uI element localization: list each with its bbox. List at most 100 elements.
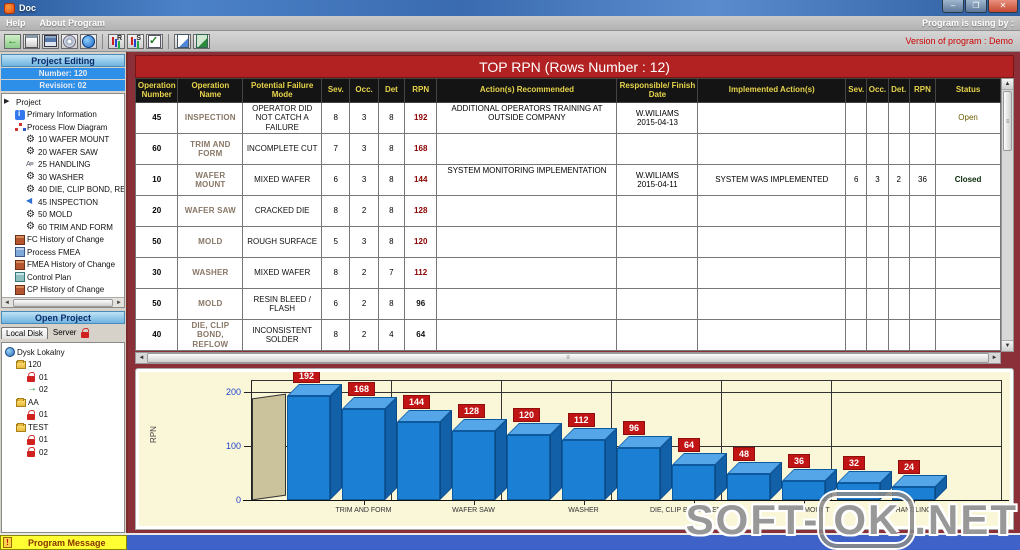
- x-tick-mark: [363, 500, 365, 505]
- scroll-right-arrow-icon[interactable]: ►: [114, 300, 124, 306]
- table-row[interactable]: 10 WAFER MOUNT MIXED WAFER 6 3 8 144 SYSTEM MON…: [134, 164, 1001, 196]
- project-tree-item[interactable]: Project: [4, 96, 124, 109]
- project-tree-item[interactable]: 10 WAFER MOUNT: [4, 134, 124, 147]
- open-tree-item[interactable]: TEST: [5, 421, 124, 434]
- status-badge: [935, 195, 1001, 227]
- project-number-bar: Number: 120: [1, 68, 125, 79]
- chart-s-icon[interactable]: S: [127, 33, 144, 49]
- scrollbar-thumb[interactable]: [13, 298, 113, 307]
- open-tree-item[interactable]: 02: [5, 384, 124, 397]
- project-tree-item[interactable]: CP History of Change: [4, 284, 124, 297]
- table-cell: [908, 319, 937, 351]
- open-tree-item[interactable]: 02: [5, 446, 124, 459]
- project-tree-item[interactable]: 45 INSPECTION: [4, 196, 124, 209]
- table-row[interactable]: 60 TRIM AND FORM INCOMPLETE CUT 7 3 8 168: [134, 133, 1001, 165]
- bar-value-label: 48: [733, 447, 756, 461]
- project-tree-item[interactable]: 20 WAFER SAW: [4, 146, 124, 159]
- project-tree-item[interactable]: Control Plan: [4, 271, 124, 284]
- table-row[interactable]: 45 INSPECTION OPERATOR DID NOT CATCH A FAI…: [134, 102, 1001, 134]
- column-header: Occ.: [866, 78, 889, 103]
- open-tree-item[interactable]: 01: [5, 434, 124, 447]
- table-hscrollbar[interactable]: ◄ ≡ ►: [135, 352, 1001, 364]
- project-tree-hscrollbar[interactable]: ◄ ►: [2, 297, 124, 307]
- program-message-panel: ! Program Message: [0, 535, 127, 550]
- arrow-green-icon: [27, 384, 37, 395]
- project-tree-item[interactable]: FMEA History of Change: [4, 259, 124, 272]
- scroll-left-arrow-icon[interactable]: ◄: [136, 355, 147, 361]
- menu-about-program[interactable]: About Program: [40, 18, 106, 28]
- back-icon[interactable]: ←: [4, 33, 21, 49]
- window-icon[interactable]: [23, 33, 40, 49]
- open-tree-item[interactable]: AA: [5, 396, 124, 409]
- scroll-up-arrow-icon[interactable]: ▲: [1002, 79, 1013, 90]
- table-cell: [887, 226, 910, 258]
- menu-help[interactable]: Help: [6, 18, 26, 28]
- watermark: SOFT- OK .NET: [686, 492, 1018, 548]
- open-tree-item[interactable]: 01: [5, 371, 124, 384]
- page-green-icon[interactable]: [193, 33, 210, 49]
- column-header: Responsible/ Finish Date: [616, 78, 699, 103]
- table-cell: 2: [349, 257, 379, 289]
- scroll-left-arrow-icon[interactable]: ◄: [2, 300, 12, 306]
- project-tree-item-label: 50 MOLD: [38, 210, 73, 220]
- table-row[interactable]: 20 WAFER SAW CRACKED DIE 8 2 8 128: [134, 195, 1001, 227]
- project-tree-item-label: CP History of Change: [27, 285, 105, 295]
- scroll-right-arrow-icon[interactable]: ►: [989, 355, 1000, 361]
- table-cell: [697, 226, 847, 258]
- column-header: Det: [377, 78, 406, 103]
- project-tree-item[interactable]: 30 WASHER: [4, 171, 124, 184]
- table-cell: [845, 102, 868, 134]
- globe-icon[interactable]: [80, 33, 97, 49]
- doc-red-icon: [15, 234, 25, 245]
- scroll-down-arrow-icon[interactable]: ▼: [1002, 340, 1013, 351]
- table-cell: 60: [134, 133, 179, 165]
- project-tree-item[interactable]: Process FMEA: [4, 246, 124, 259]
- program-message-label: Program Message: [28, 537, 106, 548]
- project-tree-item[interactable]: Process Flow Diagram: [4, 121, 124, 134]
- table-cell: [866, 133, 889, 165]
- open-tree-item[interactable]: Dysk Lokalny: [5, 346, 124, 359]
- table-row[interactable]: 50 MOLD RESIN BLEED / FLASH 6 2 8 96: [134, 288, 1001, 320]
- menu-bar: Help About Program Program is using by :: [0, 16, 1020, 31]
- window-close-button[interactable]: ✕: [988, 0, 1018, 13]
- table-row[interactable]: 50 MOLD ROUGH SURFACE 5 3 8 120: [134, 226, 1001, 258]
- table-cell: W.WILIAMS 2015-04-11: [616, 164, 699, 196]
- checkbox-icon[interactable]: [146, 33, 163, 49]
- tab-local-disk[interactable]: Local Disk: [1, 326, 48, 339]
- y-tick-label: 200: [225, 387, 241, 397]
- table-cell: TRIM AND FORM: [177, 133, 244, 165]
- bar-value-label: 36: [788, 454, 811, 468]
- page-blue-icon[interactable]: [174, 33, 191, 49]
- project-tree-item[interactable]: 40 DIE, CLIP BOND, RE: [4, 184, 124, 197]
- save-icon[interactable]: [42, 33, 59, 49]
- table-cell: 45: [134, 102, 179, 134]
- bar-side-face: [330, 384, 342, 500]
- scrollbar-thumb[interactable]: ≡: [147, 353, 989, 363]
- bar-value-label: 144: [403, 395, 431, 409]
- tab-server[interactable]: Server: [53, 328, 77, 337]
- x-tick-label: TRIM AND FORM: [335, 507, 392, 514]
- chart-r-icon[interactable]: R: [108, 33, 125, 49]
- table-cell: CRACKED DIE: [242, 195, 323, 227]
- disc-icon[interactable]: [61, 33, 78, 49]
- project-tree-item[interactable]: 60 TRIM AND FORM: [4, 221, 124, 234]
- project-tree-item[interactable]: FC History of Change: [4, 234, 124, 247]
- window-maximize-button[interactable]: ❐: [965, 0, 987, 13]
- scrollbar-thumb[interactable]: ≡: [1003, 91, 1012, 151]
- plot-top-border: [251, 380, 1001, 381]
- open-tree-item[interactable]: 120: [5, 359, 124, 372]
- window-minimize-button[interactable]: –: [942, 0, 964, 13]
- project-tree-item[interactable]: Primary Information: [4, 109, 124, 122]
- table-row[interactable]: 30 WASHER MIXED WAFER 8 2 7 112: [134, 257, 1001, 289]
- project-tree-item-label: Process Flow Diagram: [27, 122, 108, 132]
- chart-bars-glyph: [131, 36, 133, 45]
- bar-value-label: 112: [568, 413, 595, 427]
- x-tick-mark: [583, 500, 585, 505]
- project-tree-item[interactable]: 25 HANDLING: [4, 159, 124, 172]
- table-cell: INCONSISTENT SOLDER: [242, 319, 323, 351]
- table-row[interactable]: 40 DIE, CLIP BOND, REFLOW INCONSISTENT SOL…: [134, 319, 1001, 351]
- lock-icon: [27, 447, 37, 458]
- table-vscrollbar[interactable]: ▲ ≡ ▼: [1001, 78, 1014, 352]
- open-tree-item[interactable]: 01: [5, 409, 124, 422]
- project-tree-item[interactable]: 50 MOLD: [4, 209, 124, 222]
